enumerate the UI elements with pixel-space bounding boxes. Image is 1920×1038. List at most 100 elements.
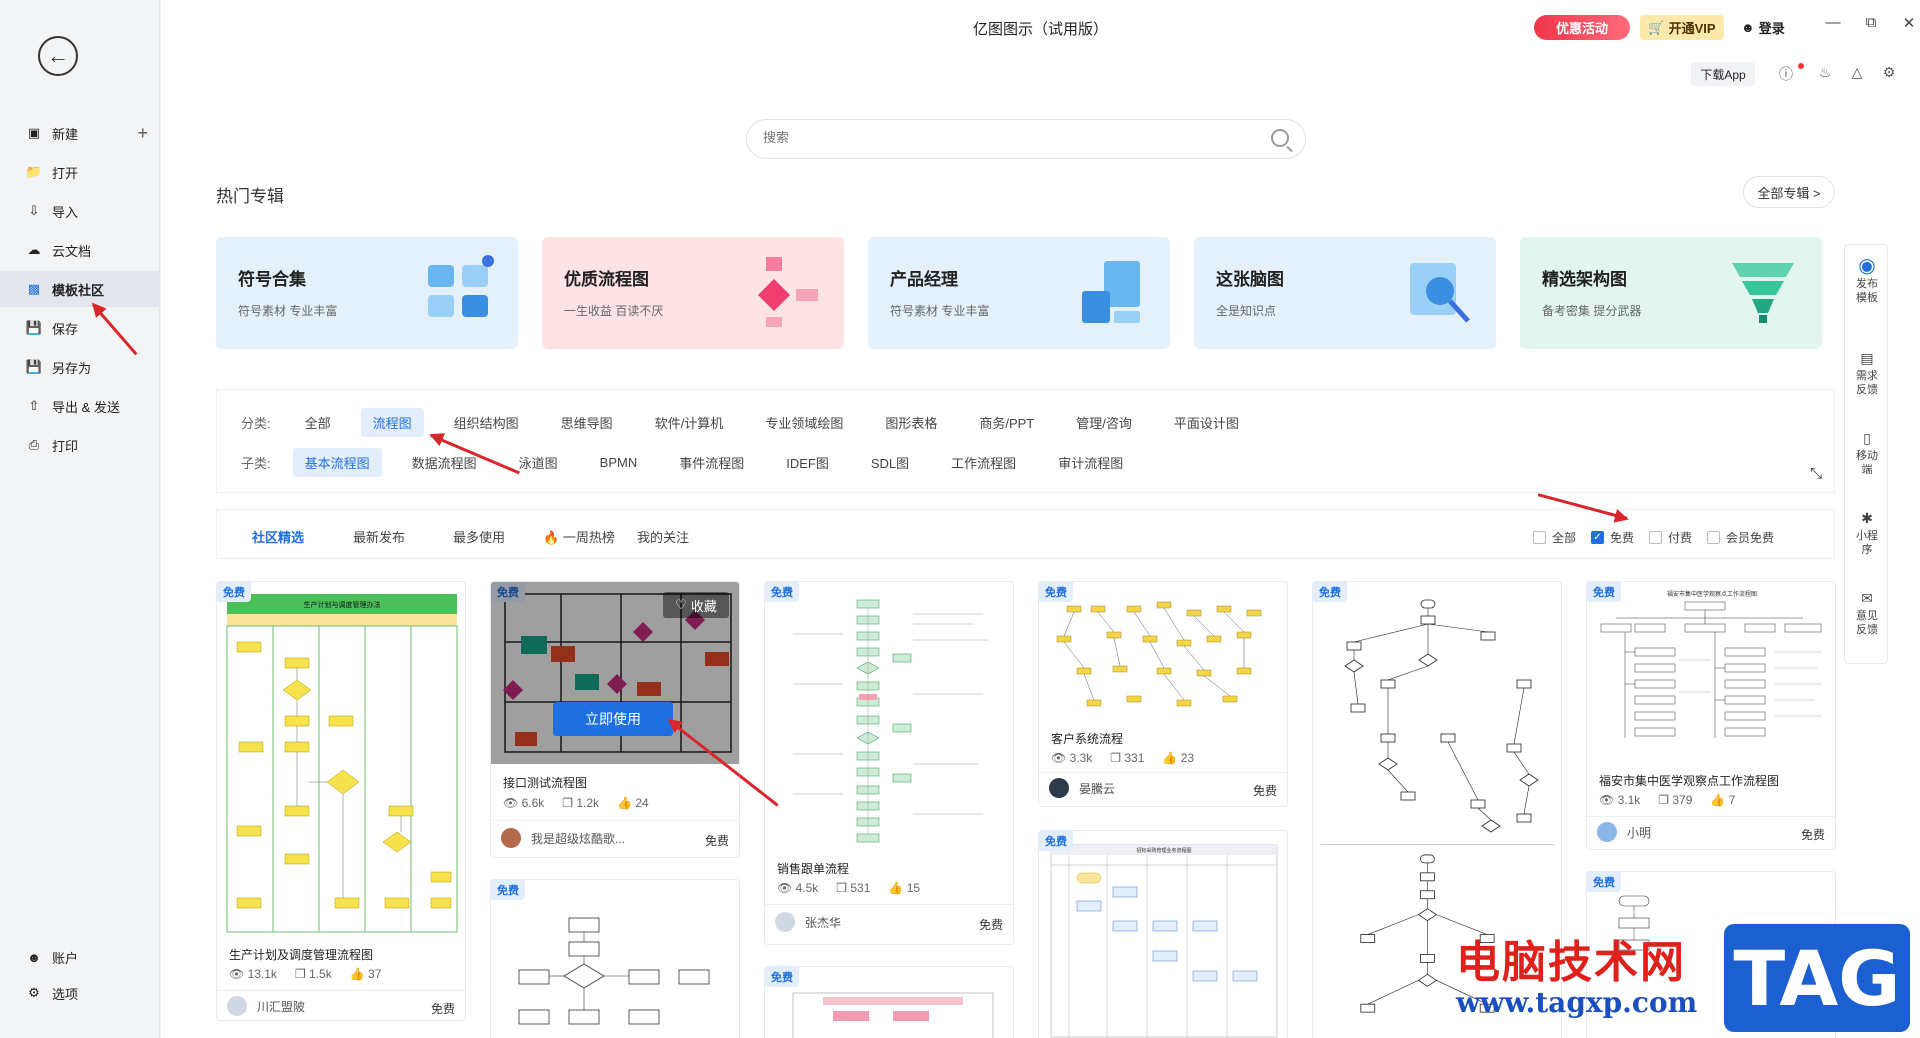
sidebar-item-template-community[interactable]: ▩ 模板社区 <box>0 271 160 307</box>
mini-program-icon: ✱ <box>1861 510 1873 526</box>
favorite-label: 收藏 <box>690 598 717 614</box>
back-arrow-icon[interactable]: ← <box>38 36 78 76</box>
hot-card-architecture[interactable]: 精选架构图 备考密集 提分武器 <box>1520 237 1822 349</box>
publish-template-button[interactable]: ◉ 发布 模板 <box>1845 256 1889 305</box>
tab-weekly-hot[interactable]: 🔥 一周热榜 <box>543 527 615 546</box>
template-card[interactable]: 免费 生产计划与调度管理办法 生产计划及调度管理流程图 👁 13.1k ❐ 1.… <box>216 581 466 1021</box>
bell-icon[interactable]: ♨ <box>1815 64 1835 81</box>
subcategory-bpmn[interactable]: BPMN <box>588 450 650 475</box>
subcategory-audit-flow[interactable]: 审计流程图 <box>1046 448 1135 477</box>
expand-icon[interactable]: ⤡ <box>1810 465 1822 482</box>
author[interactable]: 小明 <box>1597 822 1651 842</box>
category-graphic-design[interactable]: 平面设计图 <box>1162 408 1251 437</box>
sidebar-item-cloud[interactable]: ☁ 云文档 <box>0 232 160 268</box>
minimize-icon[interactable]: — <box>1823 14 1843 31</box>
shirt-icon[interactable]: △ <box>1847 64 1867 81</box>
sidebar-item-new[interactable]: ▣ 新建 + <box>0 115 160 151</box>
search-icon[interactable] <box>1271 129 1289 147</box>
watermark-tag-logo: TAG <box>1724 924 1910 1032</box>
requirement-feedback-button[interactable]: ▤ 需求 反馈 <box>1845 351 1889 397</box>
template-card[interactable]: 免费 福安市集中医学观察点工作流程图 福安市集中医学观察点工作流程图 👁 3.1… <box>1586 581 1836 850</box>
subcategory-basic-flow[interactable]: 基本流程图 <box>292 448 382 477</box>
tab-following[interactable]: 我的关注 <box>637 527 689 546</box>
use-now-button[interactable]: 立即使用 <box>553 702 673 736</box>
plus-icon[interactable]: + <box>137 123 148 144</box>
sidebar-item-save[interactable]: 💾 保存 <box>0 310 160 346</box>
category-software[interactable]: 软件/计算机 <box>643 408 736 437</box>
help-icon[interactable]: ⓘ <box>1776 64 1796 84</box>
sidebar-item-print[interactable]: ⎙ 打印 <box>0 427 160 463</box>
template-thumbnail <box>773 987 1007 1038</box>
tab-most-used[interactable]: 最多使用 <box>453 527 505 546</box>
likes-count: 👍 37 <box>350 967 382 981</box>
template-card[interactable]: 免费 <box>490 879 740 1038</box>
close-icon[interactable]: ✕ <box>1899 14 1919 32</box>
subcategory-workflow[interactable]: 工作流程图 <box>939 448 1028 477</box>
category-management[interactable]: 管理/咨询 <box>1064 408 1144 437</box>
price-badge: 免费 <box>217 582 251 602</box>
promo-button[interactable]: 优惠活动 <box>1534 15 1630 40</box>
category-all[interactable]: 全部 <box>293 408 343 437</box>
feedback-button[interactable]: ✉ 意见 反馈 <box>1845 591 1889 637</box>
author[interactable]: 张杰华 <box>775 912 841 932</box>
restore-icon[interactable]: ⧉ <box>1861 14 1881 31</box>
price-badge: 免费 <box>765 582 799 602</box>
price-filter-member-free[interactable]: 会员免费 <box>1707 529 1774 546</box>
sidebar-item-export[interactable]: ⇧ 导出 & 发送 <box>0 388 160 424</box>
watermark: 电脑技术网 www.tagxp.com <box>1456 926 1697 1019</box>
eye-icon: 👁 <box>1051 751 1067 765</box>
template-card[interactable]: 免费 <box>764 966 1014 1038</box>
thumbs-up-icon: 👍 <box>349 967 365 981</box>
subcategory-idef[interactable]: IDEF图 <box>774 448 841 477</box>
all-albums-button[interactable]: 全部专辑 > <box>1743 176 1835 208</box>
hot-card-symbols[interactable]: 符号合集 符号素材 专业丰富 <box>216 237 518 349</box>
subcategory-event-flow[interactable]: 事件流程图 <box>667 448 756 477</box>
sidebar-item-open[interactable]: 📁 打开 <box>0 154 160 190</box>
sidebar-item-options[interactable]: ⚙ 选项 <box>0 975 160 1011</box>
subcategory-sdl[interactable]: SDL图 <box>859 448 921 477</box>
divider <box>765 904 1013 905</box>
tab-community-picks[interactable]: 社区精选 <box>252 527 304 546</box>
settings-icon[interactable]: ⚙ <box>1879 64 1899 81</box>
sidebar-item-label: 账户 <box>52 950 79 966</box>
mobile-button[interactable]: ▯ 移动 端 <box>1845 431 1889 477</box>
template-card[interactable]: 免费 销售跟单流程 👁 4.5k ❐ 531 👍 15 张杰华 免费 <box>764 581 1014 945</box>
tab-latest[interactable]: 最新发布 <box>353 527 405 546</box>
login-button[interactable]: ☻ 登录 <box>1741 15 1785 40</box>
price-filter-all[interactable]: 全部 <box>1533 529 1576 546</box>
author[interactable]: 我是超级炫酷歌... <box>501 828 625 848</box>
author[interactable]: 晏騰云 <box>1049 778 1115 798</box>
category-graphic-table[interactable]: 图形表格 <box>873 408 949 437</box>
export-icon: ⇧ <box>28 398 40 413</box>
category-business-ppt[interactable]: 商务/PPT <box>967 408 1046 437</box>
price-filter-free[interactable]: ✓ 免费 <box>1591 529 1634 546</box>
vip-label: 开通VIP <box>1668 21 1716 36</box>
hot-card-mindmap[interactable]: 这张脑图 全是知识点 <box>1194 237 1496 349</box>
price-filter-paid[interactable]: 付费 <box>1649 529 1692 546</box>
search-input[interactable] <box>763 130 1243 145</box>
sidebar-item-label: 导入 <box>52 204 79 220</box>
search-box <box>746 119 1306 159</box>
download-app-button[interactable]: 下载App <box>1691 62 1755 86</box>
category-professional[interactable]: 专业领域绘图 <box>753 408 855 437</box>
category-mindmap[interactable]: 思维导图 <box>549 408 625 437</box>
divider <box>217 990 465 991</box>
author-name: 我是超级炫酷歌... <box>531 831 626 846</box>
sidebar-item-import[interactable]: ⇩ 导入 <box>0 193 160 229</box>
hot-card-product-manager[interactable]: 产品经理 符号素材 专业丰富 <box>868 237 1170 349</box>
category-filter: 分类: 全部 流程图 组织结构图 思维导图 软件/计算机 专业领域绘图 图形表格… <box>216 389 1835 493</box>
vip-button[interactable]: 🛒 开通VIP <box>1640 15 1724 40</box>
author[interactable]: 川汇盟陂 <box>227 996 305 1016</box>
favorite-button[interactable]: ♡ 收藏 <box>663 592 729 618</box>
template-card-hovered[interactable]: 免费 ♡ 收藏 立即使用 接口测试流程图 👁 6.6k ❐ 1.2k 👍 24 我… <box>490 581 740 858</box>
template-card[interactable]: 免费 客户系统流程 👁 3.3k ❐ 331 👍 23 晏騰云 免费 <box>1038 581 1288 807</box>
hot-card-flowchart[interactable]: 优质流程图 一生收益 百读不厌 <box>542 237 844 349</box>
copies-value: 1.2k <box>576 796 600 810</box>
thumbnail-heading: 生产计划与调度管理办法 <box>304 600 381 609</box>
sidebar-item-account[interactable]: ☻ 账户 <box>0 939 160 975</box>
category-org-chart[interactable]: 组织结构图 <box>442 408 531 437</box>
template-card[interactable]: 免费 招标采购管理业务流程图 <box>1038 830 1288 1038</box>
mini-program-button[interactable]: ✱ 小程 序 <box>1845 511 1889 557</box>
category-flowchart[interactable]: 流程图 <box>360 408 424 437</box>
save-icon: 💾 <box>25 320 43 335</box>
